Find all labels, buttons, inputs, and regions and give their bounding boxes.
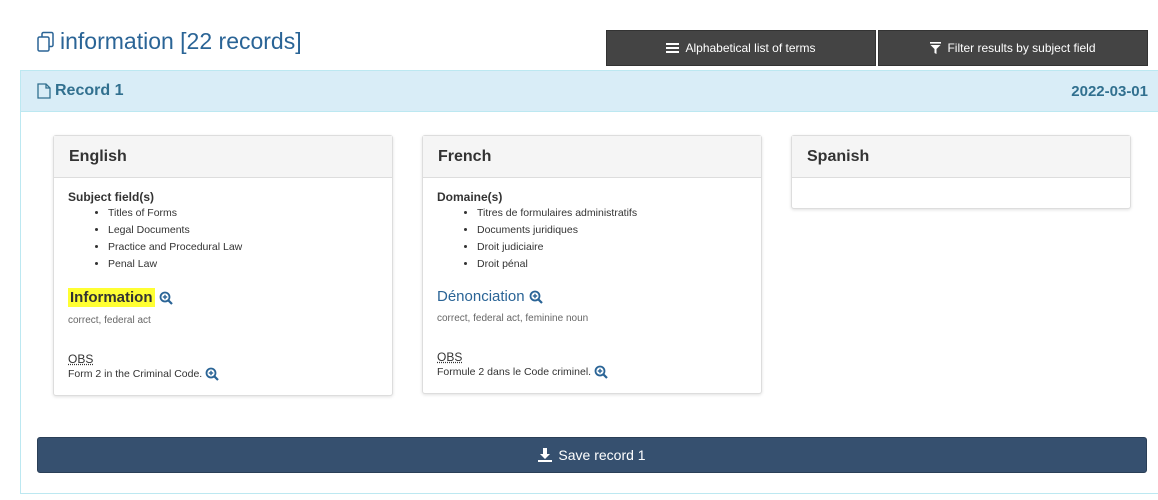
- page-title: information [22 records]: [36, 28, 302, 55]
- list-icon: [666, 43, 680, 53]
- english-term-row: Information: [68, 288, 378, 307]
- alphabetical-list-label: Alphabetical list of terms: [685, 41, 816, 55]
- subject-item: Droit pénal: [477, 256, 747, 273]
- french-term[interactable]: Dénonciation: [437, 288, 525, 305]
- copy-icon: [37, 31, 54, 52]
- english-obs-label: OBS: [68, 352, 94, 366]
- french-obs-text: Formule 2 dans le Code criminel.: [437, 366, 592, 378]
- filter-by-subject-button[interactable]: Filter results by subject field: [878, 30, 1148, 66]
- english-card: English Subject field(s) Titles of Forms…: [53, 135, 393, 396]
- english-card-header: English: [54, 136, 392, 178]
- subject-field-label: Subject field(s): [68, 190, 155, 204]
- subject-item: Titres de formulaires administratifs: [477, 205, 747, 222]
- subject-item: Droit judiciaire: [477, 239, 747, 256]
- french-term-row: Dénonciation: [437, 288, 747, 305]
- alphabetical-list-button[interactable]: Alphabetical list of terms: [606, 30, 876, 66]
- french-card: French Domaine(s) Titres de formulaires …: [422, 135, 762, 394]
- record-date: 2022-03-01: [1071, 82, 1148, 100]
- filter-icon: [930, 42, 942, 54]
- zoom-in-icon[interactable]: [594, 365, 608, 379]
- subject-item: Titles of Forms: [108, 205, 378, 222]
- subject-field-label: Domaine(s): [437, 190, 503, 204]
- record-title: Record 1: [37, 82, 123, 100]
- save-record-button[interactable]: Save record 1: [37, 437, 1147, 473]
- record-header: Record 1 2022-03-01: [21, 71, 1158, 112]
- download-icon: [538, 448, 553, 462]
- french-subject-list: Titres de formulaires administratifs Doc…: [437, 205, 747, 273]
- english-subject-list: Titles of Forms Legal Documents Practice…: [68, 205, 378, 273]
- english-obs-text: Form 2 in the Criminal Code.: [68, 368, 203, 380]
- record-title-text: Record 1: [55, 82, 124, 99]
- english-term: Information: [68, 288, 155, 307]
- subject-item: Documents juridiques: [477, 222, 747, 239]
- french-card-body: Domaine(s) Titres de formulaires adminis…: [423, 178, 761, 393]
- english-term-note: correct, federal act: [68, 315, 151, 326]
- subject-item: Penal Law: [108, 256, 378, 273]
- french-term-note: correct, federal act, feminine noun: [437, 313, 589, 324]
- subject-item: Practice and Procedural Law: [108, 239, 378, 256]
- page-title-text: information [22 records]: [60, 28, 302, 54]
- english-card-body: Subject field(s) Titles of Forms Legal D…: [54, 178, 392, 395]
- zoom-in-icon[interactable]: [159, 291, 173, 305]
- zoom-in-icon[interactable]: [205, 367, 219, 381]
- french-card-header: French: [423, 136, 761, 178]
- zoom-in-icon[interactable]: [529, 290, 543, 304]
- spanish-card: Spanish: [791, 135, 1131, 209]
- subject-item: Legal Documents: [108, 222, 378, 239]
- french-obs-row: Formule 2 dans le Code criminel.: [437, 365, 747, 379]
- filter-by-subject-label: Filter results by subject field: [947, 41, 1096, 55]
- save-record-label: Save record 1: [558, 447, 646, 463]
- english-obs-row: Form 2 in the Criminal Code.: [68, 367, 378, 381]
- record-panel: Record 1 2022-03-01 English Subject fiel…: [20, 70, 1158, 494]
- spanish-card-header: Spanish: [792, 136, 1130, 178]
- french-obs-label: OBS: [437, 350, 463, 364]
- file-icon: [37, 83, 51, 99]
